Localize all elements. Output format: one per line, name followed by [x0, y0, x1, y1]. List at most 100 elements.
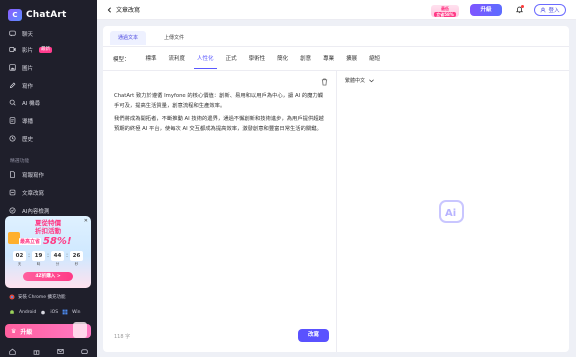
input-paragraph: 我們將成為開拓者，不斷推動 AI 技術的邊界，通過不懈創新和技術進步，為用戶提供…: [114, 116, 324, 132]
sidebar-item-label: 聊天: [22, 31, 34, 38]
brand[interactable]: C ChatArt: [8, 8, 67, 22]
sidebar-item-label: 寫作: [22, 83, 34, 90]
promo-percent: 58%!: [43, 236, 72, 247]
video-icon: [9, 46, 16, 53]
apple-icon[interactable]: [40, 309, 46, 315]
back-button[interactable]: 文章改寫: [107, 5, 140, 14]
history-icon: [9, 135, 16, 142]
model-creative[interactable]: 創意: [294, 54, 317, 64]
sidebar-item-report-writing[interactable]: 寫報寫作: [6, 168, 91, 181]
notification-dot: [521, 5, 524, 8]
platform-windows[interactable]: Win: [72, 310, 80, 315]
chevron-left-icon: [107, 6, 111, 13]
divider: [337, 70, 569, 71]
model-standard[interactable]: 標準: [140, 54, 163, 64]
sidebar-item-label: 影片: [22, 47, 34, 54]
model-academic[interactable]: 學術性: [243, 54, 272, 64]
header-upgrade-button[interactable]: 升級: [470, 4, 502, 16]
sidebar-item-label: AI內容檢測: [22, 208, 50, 215]
sidebar-item-writing[interactable]: 寫作: [6, 79, 91, 92]
chatart-logo-icon: C: [8, 9, 22, 21]
sidebar: C ChatArt 聊天 影片 最新 圖片 寫作 AI 機尋 導播 歷史 精選功…: [0, 0, 97, 357]
chrome-extension-link[interactable]: 安裝 Chrome 擴充功能: [9, 294, 66, 300]
user-icon: [541, 7, 546, 13]
sale-chip-tag: 立省58%: [434, 12, 456, 17]
countdown-separator: :: [47, 252, 50, 259]
sidebar-upgrade-button[interactable]: ♛ 升級: [5, 322, 91, 338]
promo-up-to: 最高立省: [19, 238, 42, 245]
pen-icon: [9, 82, 16, 89]
input-tabs: 通過文本 上傳文件: [110, 31, 192, 45]
sidebar-item-broadcast[interactable]: 導播: [6, 114, 91, 127]
countdown-unit: 秒: [74, 262, 79, 266]
platform-android[interactable]: Android: [19, 310, 36, 315]
countdown-days: 02: [13, 251, 26, 261]
brand-name: ChatArt: [26, 10, 67, 20]
model-label: 模型：: [113, 57, 130, 63]
promo-title-line1: 夏從特價: [35, 219, 61, 227]
sidebar-item-ai-search[interactable]: AI 機尋: [6, 96, 91, 109]
model-formal[interactable]: 正式: [220, 54, 243, 64]
chrome-icon: [9, 294, 15, 300]
home-icon[interactable]: [8, 340, 16, 357]
section-label: 精選功能: [10, 159, 30, 164]
countdown-minutes: 44: [51, 251, 64, 261]
sale-chip[interactable]: 最低 立省58%: [431, 5, 459, 17]
top-header: 文章改寫 最低 立省58% 升級 登入: [97, 0, 576, 20]
crown-icon: ♛: [11, 327, 17, 335]
sidebar-item-label: 歷史: [22, 136, 34, 143]
chrome-extension-label: 安裝 Chrome 擴充功能: [18, 295, 66, 300]
ai-search-icon: [9, 99, 16, 106]
login-button[interactable]: 登入: [534, 4, 566, 16]
model-professional[interactable]: 專業: [317, 54, 340, 64]
divider: [103, 46, 569, 47]
gift-icon[interactable]: [33, 340, 40, 357]
sidebar-upgrade-label: 升級: [20, 328, 33, 336]
model-expand[interactable]: 擴展: [340, 54, 363, 64]
promo-discount: 最高立省 58%!: [19, 236, 72, 247]
model-simplify[interactable]: 簡化: [271, 54, 294, 64]
promo-buy-button[interactable]: 4Z折購入 >: [23, 272, 73, 281]
document-icon: [9, 171, 16, 178]
output-language-select[interactable]: 繁體中文: [345, 77, 374, 84]
divider: [103, 70, 336, 71]
sidebar-item-label: 導播: [22, 118, 34, 125]
chat-icon: [9, 30, 16, 37]
image-icon: [9, 64, 16, 71]
sidebar-item-chat[interactable]: 聊天: [6, 27, 91, 40]
model-fluency[interactable]: 流利度: [163, 54, 192, 64]
countdown-hours: 19: [32, 251, 45, 261]
windows-icon[interactable]: [62, 309, 68, 315]
page-title: 文章改寫: [116, 7, 141, 14]
char-count: 118 字: [114, 334, 131, 340]
sidebar-item-video[interactable]: 影片 最新: [6, 43, 91, 56]
tab-text-input[interactable]: 通過文本: [110, 31, 147, 45]
sidebar-item-label: 文章改寫: [22, 190, 45, 197]
trash-icon[interactable]: [321, 78, 328, 86]
countdown-unit: 時: [36, 262, 41, 266]
tab-upload-file[interactable]: 上傳文件: [156, 31, 192, 45]
promo-card[interactable]: ✕ 夏從特價 折扣活動 最高立省 58%! 02 : 19 : 44 : 26 …: [5, 216, 91, 288]
input-paragraph: ChatArt 致力於遵循 Imyfone 的核心價值：創新、易用和以用戶為中心…: [114, 93, 324, 109]
countdown-seconds: 26: [70, 251, 83, 261]
sidebar-item-history[interactable]: 歷史: [6, 132, 91, 145]
discord-icon[interactable]: [81, 340, 89, 357]
countdown-separator: :: [66, 252, 69, 259]
sidebar-item-image[interactable]: 圖片: [6, 61, 91, 74]
model-humanize[interactable]: 人性化: [191, 54, 220, 69]
sidebar-item-label: 圖片: [22, 65, 34, 72]
mail-icon[interactable]: [57, 340, 64, 357]
input-text-area[interactable]: ChatArt 致力於遵循 Imyfone 的核心價值：創新、易用和以用戶為中心…: [114, 92, 328, 138]
broadcast-icon: [9, 117, 16, 124]
android-icon[interactable]: [9, 309, 15, 315]
countdown-unit: 分: [55, 262, 60, 266]
detect-icon: [9, 207, 16, 214]
platform-ios[interactable]: iOS: [50, 310, 58, 315]
gift-box-icon: [73, 322, 87, 338]
model-shorten[interactable]: 縮短: [363, 54, 386, 64]
rewrite-button[interactable]: 改寫: [298, 329, 329, 342]
ai-placeholder-icon: Ai: [439, 200, 464, 223]
sidebar-item-rewrite[interactable]: 文章改寫: [6, 186, 91, 199]
output-language-label: 繁體中文: [345, 78, 366, 84]
divider: [336, 70, 337, 352]
